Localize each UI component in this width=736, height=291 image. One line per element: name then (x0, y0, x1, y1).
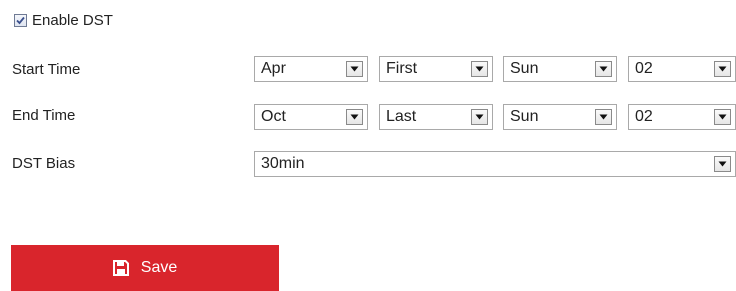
end-week-value: Last (386, 108, 417, 125)
end-time-label: End Time (12, 107, 76, 124)
end-hour-select[interactable]: 02 (628, 104, 736, 130)
start-time-label: Start Time (12, 61, 81, 78)
dst-bias-value: 30min (261, 155, 305, 172)
chevron-down-icon[interactable] (595, 109, 612, 125)
end-day-select[interactable]: Sun (503, 104, 617, 130)
end-month-select[interactable]: Oct (254, 104, 368, 130)
save-button-label: Save (140, 259, 178, 276)
dst-bias-select[interactable]: 30min (254, 151, 736, 177)
dst-bias-label: DST Bias (12, 155, 76, 172)
end-month-value: Oct (261, 108, 286, 125)
start-week-select[interactable]: First (379, 56, 493, 82)
start-week-value: First (386, 60, 418, 77)
dst-settings-panel: Enable DST Start Time Apr First Sun 02 E… (0, 0, 736, 291)
chevron-down-icon[interactable] (346, 109, 363, 125)
end-week-select[interactable]: Last (379, 104, 493, 130)
start-hour-select[interactable]: 02 (628, 56, 736, 82)
start-day-value: Sun (510, 60, 539, 77)
enable-dst-row[interactable]: Enable DST (14, 11, 113, 29)
start-month-select[interactable]: Apr (254, 56, 368, 82)
start-month-value: Apr (261, 60, 286, 77)
checkmark-icon (16, 16, 25, 24)
chevron-down-icon[interactable] (595, 61, 612, 77)
save-button[interactable]: Save (11, 245, 279, 291)
end-hour-value: 02 (635, 108, 653, 125)
end-day-value: Sun (510, 108, 539, 125)
chevron-down-icon[interactable] (714, 109, 731, 125)
floppy-disk-icon (112, 260, 129, 276)
chevron-down-icon[interactable] (714, 61, 731, 77)
chevron-down-icon[interactable] (471, 109, 488, 125)
chevron-down-icon[interactable] (714, 156, 731, 172)
enable-dst-label: Enable DST (32, 11, 113, 29)
chevron-down-icon[interactable] (471, 61, 488, 77)
chevron-down-icon[interactable] (346, 61, 363, 77)
start-hour-value: 02 (635, 60, 653, 77)
enable-dst-checkbox[interactable] (14, 13, 27, 27)
start-day-select[interactable]: Sun (503, 56, 617, 82)
